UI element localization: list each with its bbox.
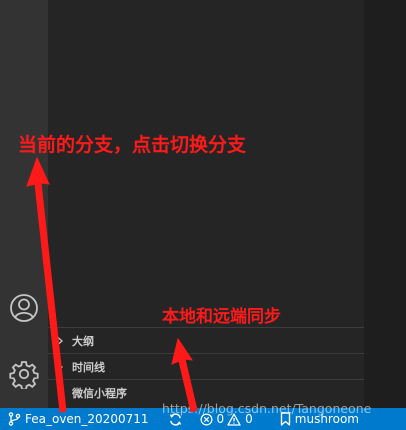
watermark: https://blog.csdn.net/Tangoneone xyxy=(162,401,372,416)
annotation-branch: 当前的分支，点击切换分支 xyxy=(18,134,247,156)
branch-name: Fea_oven_20200711 xyxy=(25,412,149,426)
annotation-sync: 本地和远端同步 xyxy=(162,307,281,327)
editor-area xyxy=(364,0,406,408)
section-label: 大纲 xyxy=(72,334,94,348)
chevron-right-icon xyxy=(48,388,72,398)
activity-bar xyxy=(0,0,48,408)
section-outline[interactable]: 大纲 xyxy=(48,327,364,353)
git-branch-icon xyxy=(8,412,21,426)
account-icon[interactable] xyxy=(0,288,48,328)
section-label: 时间线 xyxy=(72,360,105,374)
gear-icon[interactable] xyxy=(0,354,48,394)
section-label: 微信小程序 xyxy=(72,386,127,400)
branch-switcher[interactable]: Fea_oven_20200711 xyxy=(0,408,154,430)
chevron-right-icon xyxy=(48,336,72,346)
section-timeline[interactable]: 时间线 xyxy=(48,353,364,379)
chevron-right-icon xyxy=(48,362,72,372)
